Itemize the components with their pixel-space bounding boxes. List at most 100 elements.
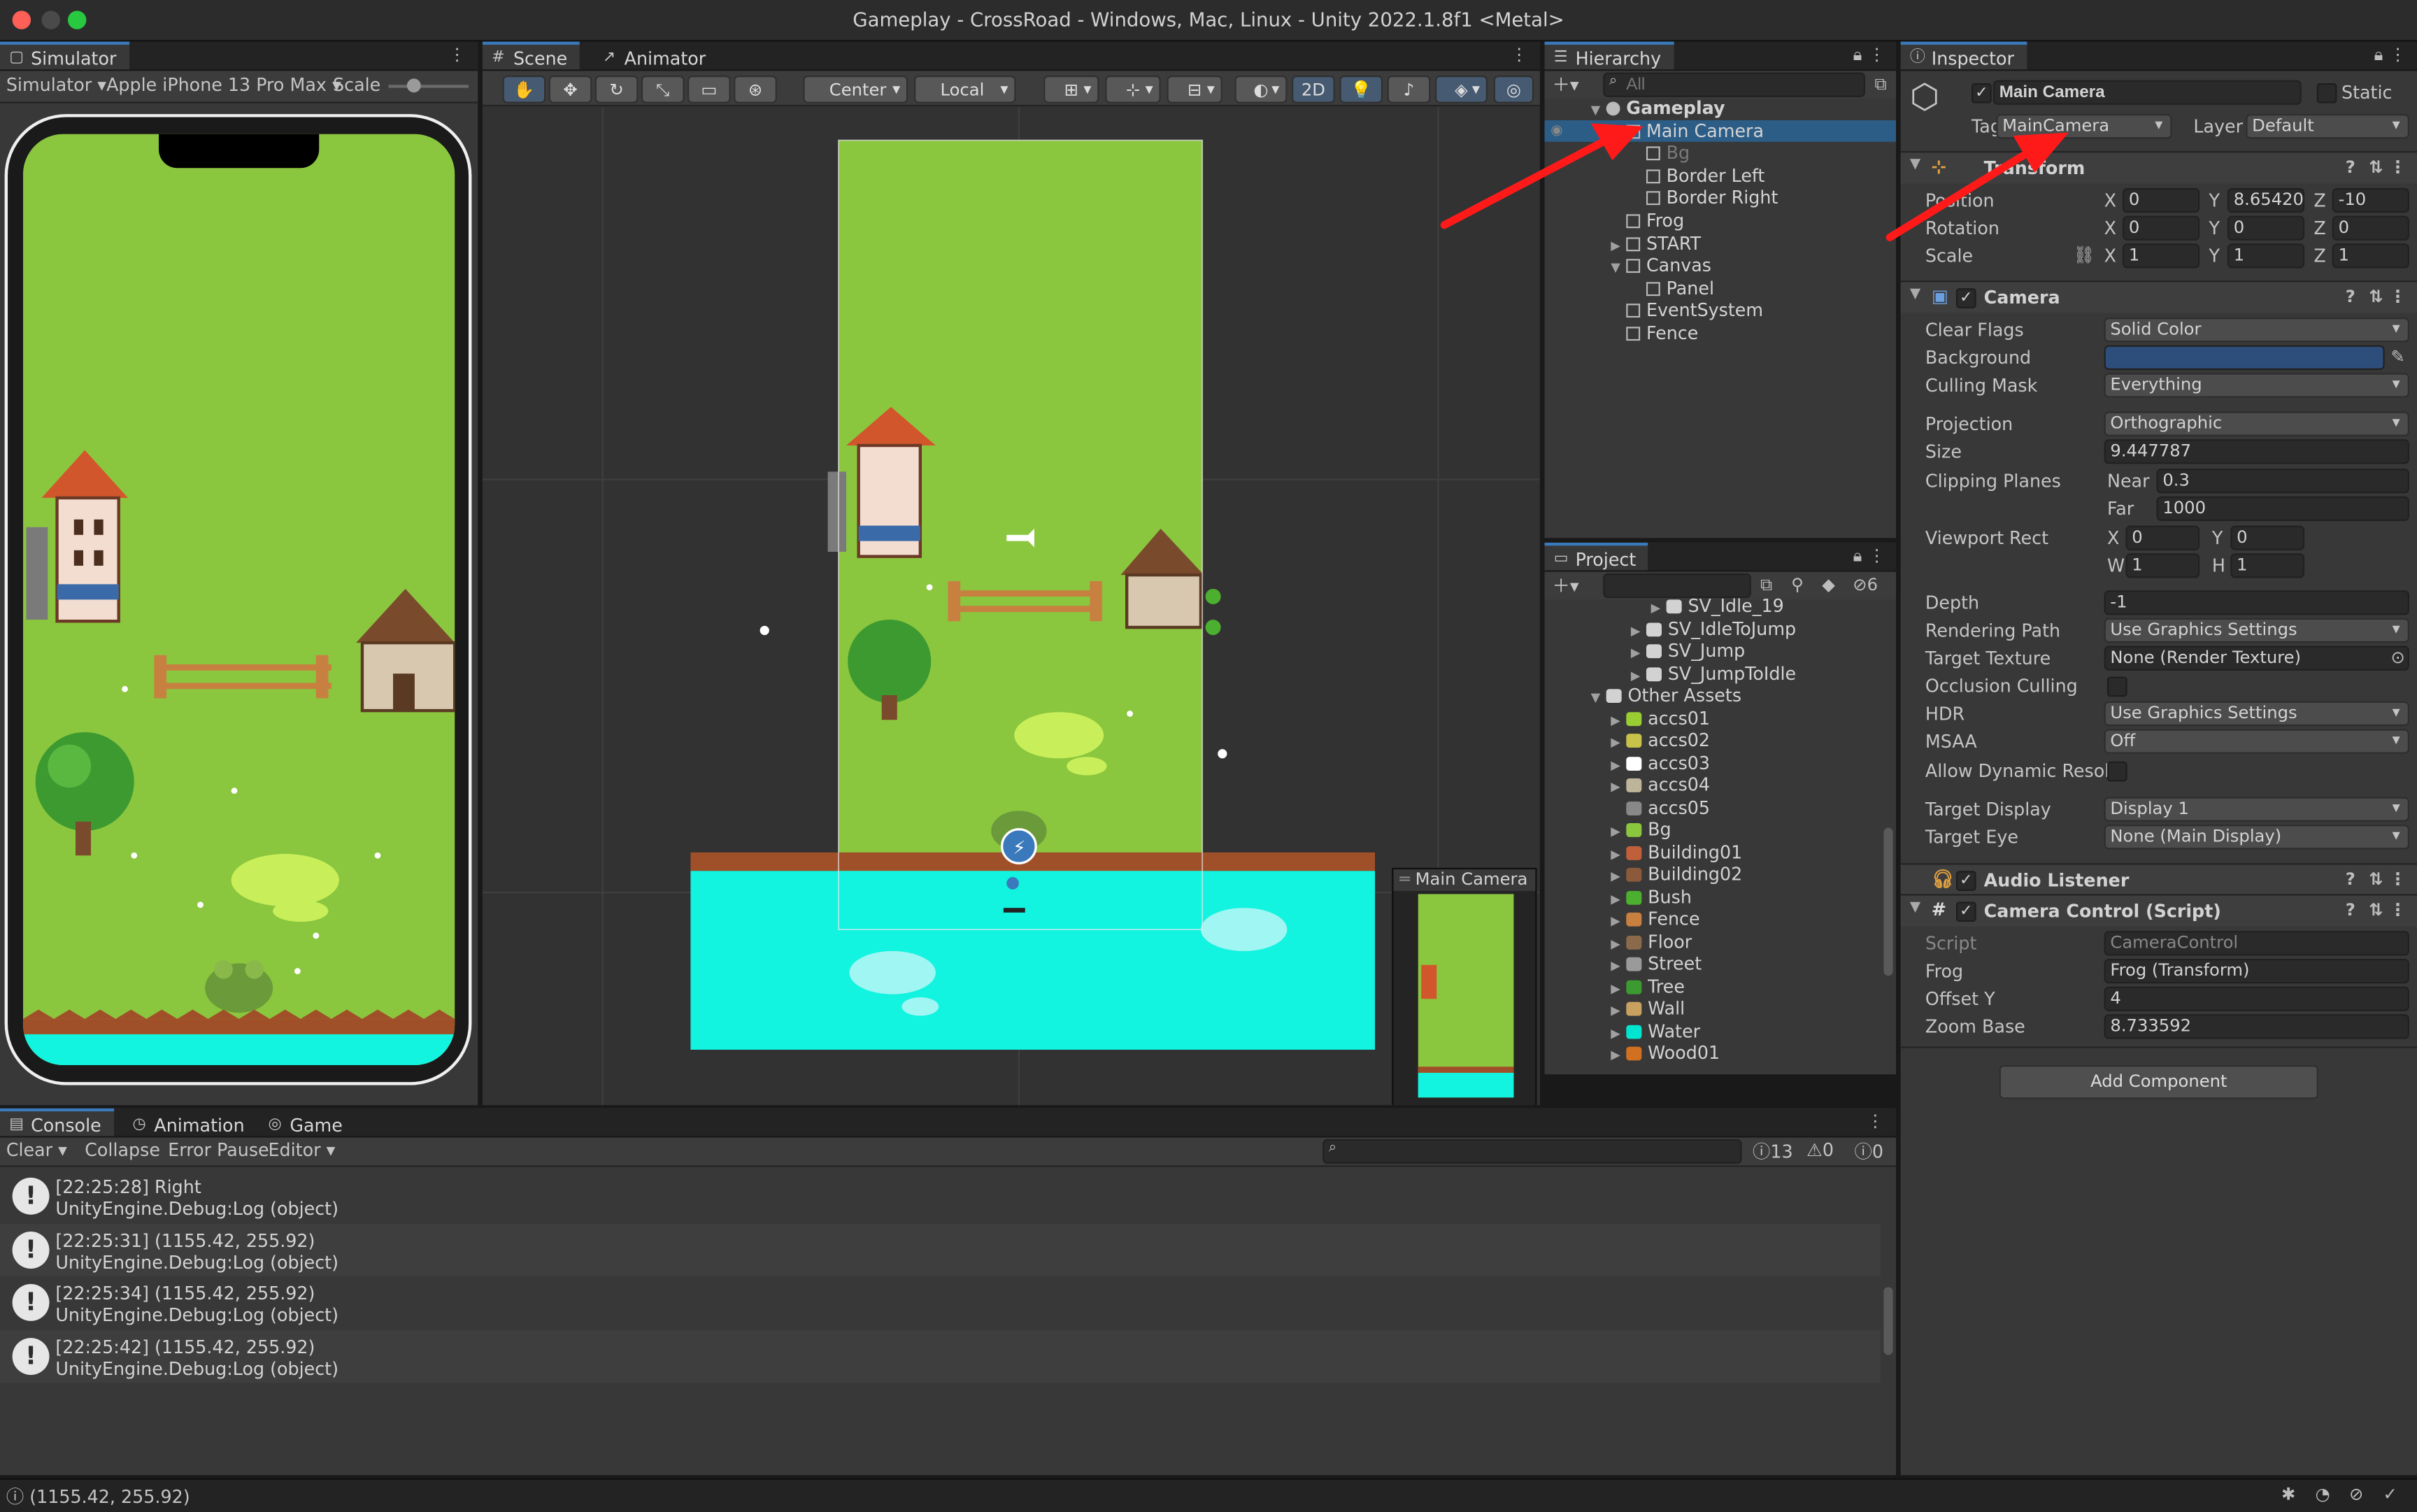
hidden-packages-icon[interactable]: ⊘6: [1853, 575, 1878, 595]
component-menu-icon[interactable]: ⋮: [2389, 287, 2406, 307]
effects-icon[interactable]: ◈: [1435, 75, 1488, 104]
object-picker-icon[interactable]: ⊙: [2391, 648, 2405, 668]
cache-icon[interactable]: ⊘: [2349, 1485, 2363, 1505]
hierarchy-item[interactable]: Frog: [1544, 210, 1896, 232]
project-item[interactable]: ▼ Other Assets: [1544, 685, 1896, 707]
hierarchy-item[interactable]: Fence: [1544, 322, 1896, 345]
hierarchy-item[interactable]: ▼ Canvas: [1544, 255, 1896, 277]
tab-inspector[interactable]: ⓘ Inspector: [1900, 41, 2027, 70]
project-item[interactable]: ▶ Building02: [1544, 863, 1896, 885]
create-dropdown[interactable]: ＋▾: [1553, 73, 1579, 97]
lock-icon[interactable]: 🔒︎: [1853, 545, 1862, 567]
game-screen[interactable]: [23, 134, 455, 1066]
search-by-type-icon[interactable]: ⧉: [1760, 575, 1772, 597]
frog-field[interactable]: Frog (Transform): [2104, 958, 2409, 984]
project-item[interactable]: ▶ SV_Jump: [1544, 640, 1896, 662]
audio-toggle-icon[interactable]: ♪: [1387, 75, 1431, 104]
console-log-entry[interactable]: ! [22:25:31] (1155.42, 255.92) UnityEngine…: [0, 1222, 1881, 1276]
scale-slider[interactable]: [388, 85, 469, 88]
panel-menu-icon[interactable]: ⋮: [2389, 45, 2406, 65]
camera-field-text[interactable]: 9.447787: [2104, 439, 2409, 464]
hierarchy-item[interactable]: Panel: [1544, 277, 1896, 299]
component-menu-icon[interactable]: ⋮: [2389, 900, 2406, 920]
project-item[interactable]: ▶ SV_JumpToIdle: [1544, 662, 1896, 685]
lock-icon[interactable]: 🔒︎: [2374, 45, 2383, 66]
clear-button[interactable]: Clear ▾: [6, 1139, 67, 1161]
error-pause-button[interactable]: Error Pause: [168, 1139, 269, 1161]
panel-menu-icon[interactable]: ⋮: [448, 45, 465, 65]
hierarchy-item[interactable]: Border Right: [1544, 187, 1896, 210]
snap-increment-icon[interactable]: ⊹: [1105, 75, 1161, 104]
eye-icon[interactable]: ◉: [1550, 120, 1562, 142]
camera-field-text[interactable]: -1: [2104, 590, 2409, 615]
camera-enabled-checkbox[interactable]: ✓: [1955, 288, 1976, 308]
tab-animation[interactable]: ◷ Animation: [123, 1108, 257, 1136]
project-item[interactable]: ▶ accs02: [1544, 729, 1896, 752]
object-name-field[interactable]: [1992, 80, 2302, 105]
camera-field-dropdown[interactable]: Off: [2104, 729, 2409, 754]
position-z-field[interactable]: -10: [2332, 187, 2409, 213]
project-item[interactable]: ▶ Bush: [1544, 885, 1896, 908]
visibility-icon[interactable]: ◎: [1493, 75, 1534, 104]
scale-z-field[interactable]: 1: [2332, 243, 2409, 269]
link-icon[interactable]: ⛓: [2073, 245, 2095, 265]
status-message[interactable]: ⓘ (1155.42, 255.92): [6, 1485, 190, 1509]
rotation-x-field[interactable]: 0: [2123, 215, 2200, 241]
camera-field-checkbox[interactable]: [2106, 761, 2127, 782]
foldout-arrow-icon[interactable]: ▶: [1611, 1045, 1626, 1067]
hierarchy-item[interactable]: ▼ Gameplay: [1544, 97, 1896, 120]
help-icon[interactable]: ?: [2346, 157, 2355, 178]
scale-tool-icon[interactable]: ⤡: [641, 75, 685, 104]
scale-x-field[interactable]: 1: [2123, 243, 2200, 269]
console-log-entry[interactable]: ! [22:25:28] Right UnityEngine.Debug:Log (…: [0, 1169, 1881, 1222]
rotation-z-field[interactable]: 0: [2332, 215, 2409, 241]
console-log-entry[interactable]: ! [22:25:34] (1155.42, 255.92) UnityEngine…: [0, 1276, 1881, 1329]
audio-listener-checkbox[interactable]: ✓: [1955, 871, 1976, 891]
auto-refresh-icon[interactable]: ✓: [2383, 1485, 2397, 1505]
presets-icon[interactable]: ⇅: [2369, 869, 2383, 890]
component-menu-icon[interactable]: ⋮: [2389, 157, 2406, 178]
log-count-toggle[interactable]: ⓘ13: [1753, 1139, 1793, 1164]
hierarchy-item[interactable]: ▶ START: [1544, 232, 1896, 255]
drag-handle-icon[interactable]: ═: [1393, 869, 1410, 890]
project-item[interactable]: ▶ Floor: [1544, 930, 1896, 953]
device-dropdown[interactable]: Apple iPhone 13 Pro Max ▾: [106, 74, 341, 96]
help-icon[interactable]: ?: [2346, 869, 2355, 890]
hierarchy-search-input[interactable]: [1603, 72, 1865, 97]
tab-scene[interactable]: # Scene: [482, 41, 580, 70]
camera-control-checkbox[interactable]: ✓: [1955, 901, 1976, 922]
presets-icon[interactable]: ⇅: [2369, 157, 2383, 178]
panel-menu-icon[interactable]: ⋮: [1868, 45, 1885, 65]
viewport-x-field[interactable]: 0: [2125, 525, 2200, 550]
far-field[interactable]: 1000: [2156, 496, 2409, 521]
camera-field-dropdown[interactable]: Use Graphics Settings: [2104, 618, 2409, 643]
panel-menu-icon[interactable]: ⋮: [1867, 1111, 1883, 1132]
camera-field-dropdown[interactable]: Use Graphics Settings: [2104, 701, 2409, 727]
hierarchy-item[interactable]: EventSystem: [1544, 299, 1896, 322]
camera-field-object[interactable]: None (Render Texture): [2104, 646, 2409, 671]
hand-tool-icon[interactable]: ✋: [502, 75, 546, 104]
camera-field-dropdown[interactable]: Display 1: [2104, 797, 2409, 822]
rotate-tool-icon[interactable]: ↻: [594, 75, 639, 104]
static-checkbox[interactable]: [2316, 83, 2337, 104]
tag-dropdown[interactable]: MainCamera: [1996, 114, 2172, 139]
label-icon[interactable]: ◆: [1822, 575, 1835, 595]
project-item[interactable]: ▶ SV_Idle_19: [1544, 595, 1896, 618]
camera-field-dropdown[interactable]: Everything: [2104, 373, 2409, 398]
viewport-w-field[interactable]: 1: [2125, 553, 2200, 578]
component-menu-icon[interactable]: ⋮: [2389, 869, 2406, 890]
filter-icon[interactable]: ⚲: [1791, 575, 1804, 595]
camera-control-header[interactable]: ▼ # ✓ Camera Control (Script) ? ⇅ ⋮: [1900, 894, 2417, 927]
viewport-y-field[interactable]: 0: [2230, 525, 2305, 550]
eyedropper-icon[interactable]: ✎: [2391, 347, 2405, 367]
grid-snap-icon[interactable]: ⊞: [1043, 75, 1099, 104]
background-color-swatch[interactable]: [2104, 345, 2385, 370]
project-item[interactable]: ▶ Fence: [1544, 908, 1896, 930]
position-y-field[interactable]: 8.654205: [2227, 187, 2305, 213]
error-count-toggle[interactable]: ⓘ0: [1855, 1139, 1883, 1164]
project-item[interactable]: ▶ Tree: [1544, 975, 1896, 997]
project-item[interactable]: ▶ Building01: [1544, 841, 1896, 863]
rotation-y-field[interactable]: 0: [2227, 215, 2305, 241]
presets-icon[interactable]: ⇅: [2369, 900, 2383, 920]
move-tool-icon[interactable]: ✥: [548, 75, 592, 104]
